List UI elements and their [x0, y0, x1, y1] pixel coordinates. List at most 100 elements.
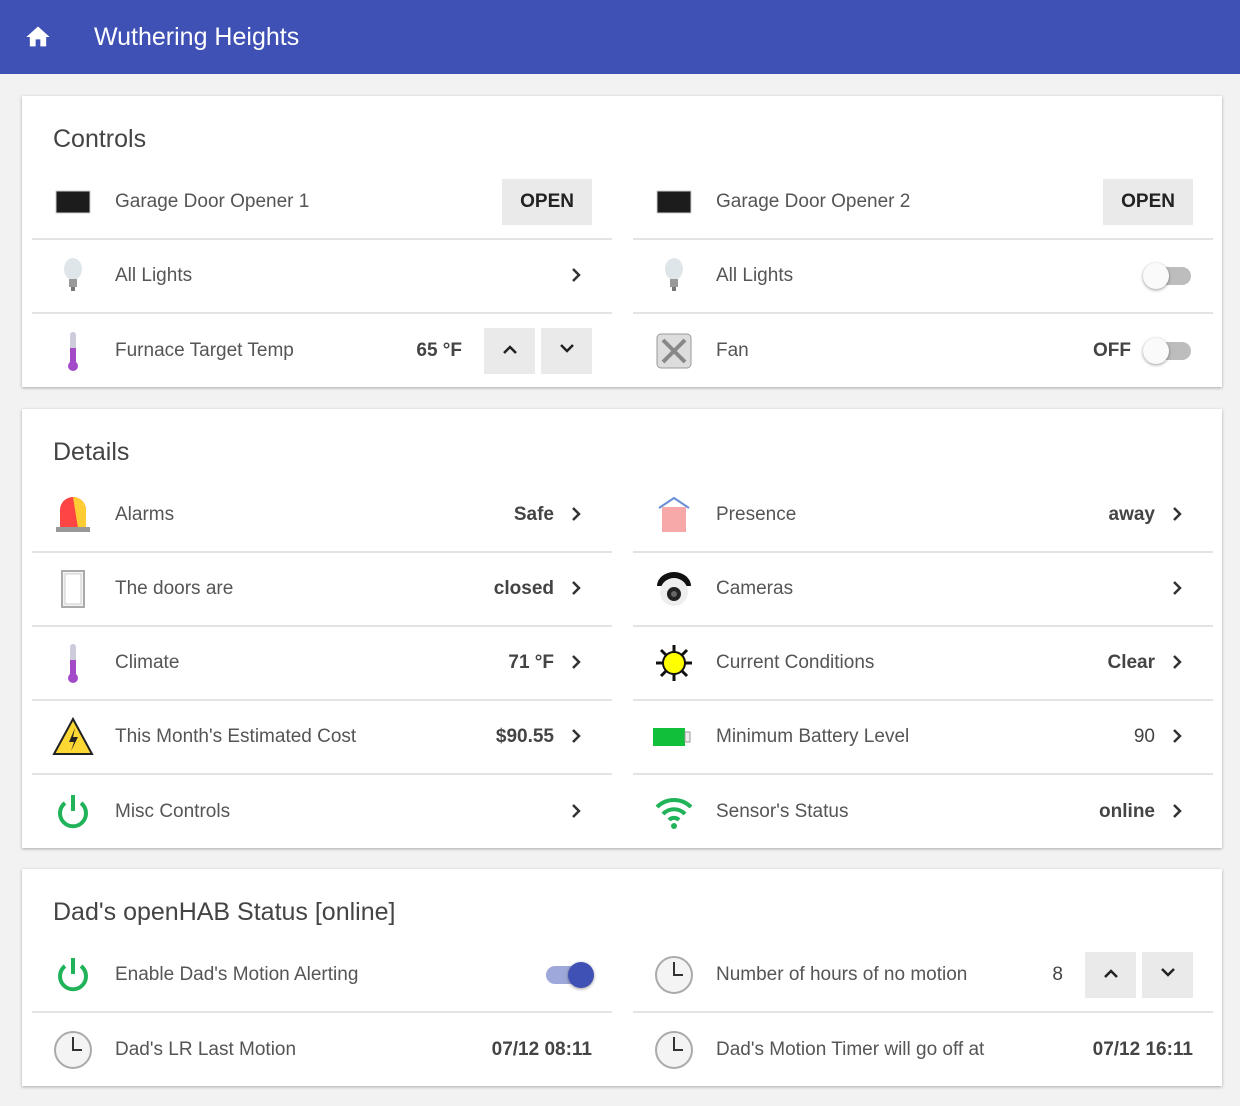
card-column: Number of hours of no motion 8 Dad's Motio… — [633, 939, 1213, 1087]
row-label: Minimum Battery Level — [716, 726, 910, 747]
chevron-up-icon — [1103, 966, 1119, 984]
chevron-down-icon — [559, 342, 575, 360]
clock-icon — [655, 1031, 693, 1069]
chevron-right-icon[interactable] — [570, 502, 584, 528]
card-dad-s-openhab-status-online-: Dad's openHAB Status [online] Enable Dad'… — [22, 869, 1222, 1086]
row-presence[interactable]: Presence away — [633, 479, 1213, 553]
chevron-right-icon[interactable] — [1171, 650, 1185, 676]
row-cameras[interactable]: Cameras — [633, 553, 1213, 627]
row-this-month-s-estimated-cost[interactable]: This Month's Estimated Cost $90.55 — [32, 701, 612, 775]
chevron-right-icon[interactable] — [570, 576, 584, 602]
row-value: Clear — [1107, 652, 1155, 673]
app-title: Wuthering Heights — [94, 22, 300, 51]
toggle-knob[interactable] — [1143, 263, 1169, 289]
card-column: Presence away Cameras Current Conditions Cle… — [633, 479, 1213, 849]
row-value: 90 — [1133, 726, 1155, 747]
chevron-right-icon[interactable] — [1171, 502, 1185, 528]
toggle-switch[interactable] — [1143, 263, 1191, 289]
row-label: Garage Door Opener 1 — [115, 191, 310, 212]
chevron-right-icon[interactable] — [570, 650, 584, 676]
row-label: Number of hours of no motion — [716, 964, 968, 985]
card-details: Details Alarms Safe The doors are closed Clim… — [22, 409, 1222, 848]
decrease-button[interactable] — [1142, 952, 1193, 998]
row-dad-s-lr-last-motion: Dad's LR Last Motion 07/12 08:11 — [32, 1013, 612, 1087]
row-label: Alarms — [115, 504, 175, 525]
decrease-button[interactable] — [541, 328, 592, 374]
row-label: Dad's LR Last Motion — [115, 1039, 297, 1060]
sun-icon — [656, 645, 692, 681]
row-all-lights[interactable]: All Lights — [32, 240, 612, 314]
row-label: Furnace Target Temp — [115, 340, 294, 361]
row-label: Presence — [716, 504, 797, 525]
row-garage-door-opener-1: Garage Door Opener 1 OPEN — [32, 166, 612, 240]
chevron-right-icon[interactable] — [1171, 724, 1185, 750]
open-button[interactable]: OPEN — [1103, 179, 1193, 225]
toggle-knob[interactable] — [1143, 338, 1169, 364]
row-label: Cameras — [716, 578, 794, 599]
chevron-right-icon[interactable] — [570, 799, 584, 825]
chevron-right-icon[interactable] — [570, 724, 584, 750]
chevron-down-icon — [1160, 966, 1176, 984]
card-column: Alarms Safe The doors are closed Climate 71 °… — [32, 479, 612, 849]
garage-door-icon — [55, 190, 91, 214]
garage-door-icon — [656, 190, 692, 214]
chevron-right-icon[interactable] — [570, 263, 584, 289]
row-value: $90.55 — [495, 726, 554, 747]
row-value: 65 °F — [416, 340, 462, 361]
row-value: 07/12 16:11 — [1092, 1039, 1193, 1060]
clock-icon — [54, 1031, 92, 1069]
row-current-conditions[interactable]: Current Conditions Clear — [633, 627, 1213, 701]
fan-icon — [656, 333, 692, 369]
warning-icon — [52, 716, 94, 755]
camera-icon — [657, 572, 691, 606]
row-dad-s-motion-timer-will-go-off-at: Dad's Motion Timer will go off at 07/12 1… — [633, 1013, 1213, 1087]
card-title: Dad's openHAB Status [online] — [53, 898, 396, 926]
row-label: Misc Controls — [115, 801, 231, 822]
row-label: Dad's Motion Timer will go off at — [716, 1039, 985, 1060]
chevron-right-icon[interactable] — [1171, 576, 1185, 602]
row-misc-controls[interactable]: Misc Controls — [32, 775, 612, 849]
chevron-up-icon — [502, 342, 518, 360]
row-label: All Lights — [115, 265, 193, 286]
card-column: Enable Dad's Motion Alerting Dad's LR Las… — [32, 939, 612, 1087]
chevron-right-icon[interactable] — [1171, 799, 1185, 825]
bulb-icon — [64, 258, 82, 291]
power-icon — [58, 795, 88, 829]
row-furnace-target-temp: Furnace Target Temp 65 °F — [32, 314, 612, 388]
row-label: Garage Door Opener 2 — [716, 191, 911, 212]
row-minimum-battery-level[interactable]: Minimum Battery Level 90 — [633, 701, 1213, 775]
row-label: This Month's Estimated Cost — [115, 726, 357, 747]
row-label: Sensor's Status — [716, 801, 849, 822]
increase-button[interactable] — [1085, 952, 1136, 998]
home-icon[interactable] — [24, 23, 52, 51]
row-label: Current Conditions — [716, 652, 875, 673]
card-column: Garage Door Opener 1 OPEN All Lights Furnac… — [32, 166, 612, 388]
thermometer-icon — [68, 644, 78, 683]
row-enable-dad-s-motion-alerting: Enable Dad's Motion Alerting — [32, 939, 612, 1013]
row-climate[interactable]: Climate 71 °F — [32, 627, 612, 701]
app-header: Wuthering Heights — [0, 0, 1240, 74]
card-title: Controls — [53, 125, 147, 153]
row-value: 8 — [1052, 964, 1063, 985]
toggle-knob[interactable] — [568, 962, 594, 988]
row-value: online — [1099, 801, 1155, 822]
row-fan: Fan OFF — [633, 314, 1213, 388]
row-value: 07/12 08:11 — [491, 1039, 592, 1060]
row-garage-door-opener-2: Garage Door Opener 2 OPEN — [633, 166, 1213, 240]
toggle-switch[interactable] — [1143, 338, 1191, 364]
thermometer-icon — [68, 332, 78, 371]
card-controls: Controls Garage Door Opener 1 OPEN All Ligh… — [22, 96, 1222, 387]
card-title: Details — [53, 438, 130, 466]
row-value: away — [1108, 504, 1155, 525]
wifi-icon — [655, 797, 693, 829]
row-value: closed — [493, 578, 554, 599]
increase-button[interactable] — [484, 328, 535, 374]
row-label: All Lights — [716, 265, 794, 286]
row-all-lights: All Lights — [633, 240, 1213, 314]
row-sensor-s-status[interactable]: Sensor's Status online — [633, 775, 1213, 849]
open-button[interactable]: OPEN — [502, 179, 592, 225]
toggle-switch[interactable] — [546, 962, 594, 988]
row-alarms[interactable]: Alarms Safe — [32, 479, 612, 553]
battery-icon — [653, 728, 691, 746]
row-the-doors-are[interactable]: The doors are closed — [32, 553, 612, 627]
